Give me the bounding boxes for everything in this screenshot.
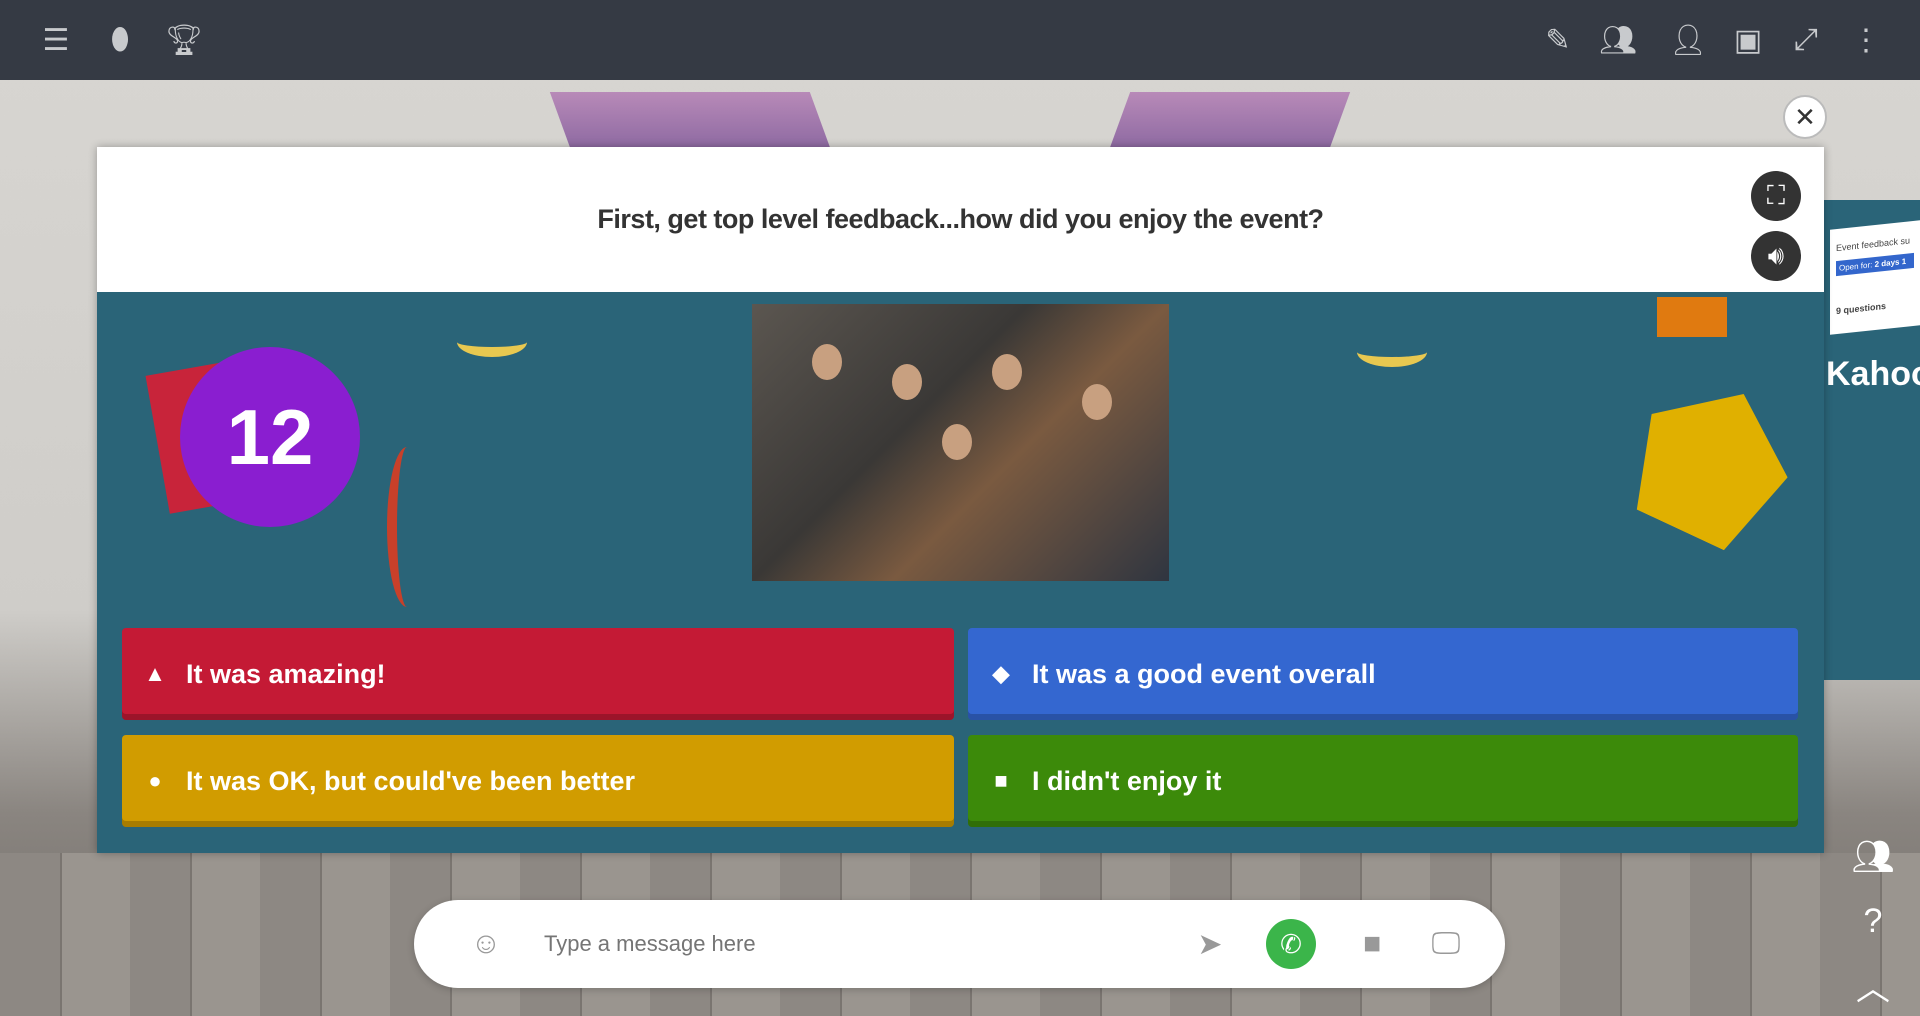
help-icon[interactable]: ? (1850, 898, 1896, 944)
open-for-badge: Open for: 2 days 1 (1836, 252, 1914, 277)
menu-icon[interactable]: ☰ (36, 20, 76, 60)
fullscreen-button[interactable]: ⛶ (1751, 171, 1801, 221)
trophy-icon[interactable]: 🏆︎ (164, 20, 204, 60)
confetti (1612, 362, 1811, 561)
emoji-icon[interactable]: ☺ (464, 922, 508, 966)
vr-icon[interactable]: ▣ (1728, 20, 1768, 60)
expand-icon[interactable]: ⤢ (1786, 20, 1826, 60)
confetti (1657, 297, 1727, 337)
chat-bar: ☺ ➤ ✆ ■ 🖵︎ (414, 900, 1505, 988)
people-icon[interactable]: 👥︎ (1850, 834, 1896, 880)
questions-count: 9 questions (1836, 300, 1887, 317)
more-vertical-icon[interactable]: ⋮ (1846, 20, 1886, 60)
answer-button-yellow[interactable]: ● It was OK, but could've been better (122, 735, 954, 827)
map-pin-icon[interactable]: ⬮ (100, 20, 140, 60)
open-for-value: 2 days 1 (1874, 256, 1907, 270)
confetti (387, 447, 427, 607)
ceiling-light (549, 92, 831, 148)
group-icon[interactable]: 👥︎ (1598, 20, 1638, 60)
answer-label: I didn't enjoy it (1032, 765, 1222, 796)
kahoot-logo: Kahoot! (1826, 355, 1920, 393)
send-icon[interactable]: ➤ (1188, 922, 1232, 966)
chat-message-input[interactable] (544, 922, 1164, 966)
quiz-modal: First, get top level feedback...how did … (97, 147, 1824, 853)
answer-label: It was OK, but could've been better (186, 765, 635, 796)
screen-share-icon[interactable]: 🖵︎ (1424, 922, 1468, 966)
top-bar: ☰ ⬮ 🏆︎ ✎ 👥︎ 👤︎ ▣ ⤢ ⋮ (0, 0, 1920, 80)
countdown-timer: 12 (180, 347, 360, 527)
question-header: First, get top level feedback...how did … (97, 147, 1824, 292)
answer-label: It was a good event overall (1032, 658, 1376, 689)
add-user-icon[interactable]: 👤︎ (1668, 20, 1708, 60)
answer-button-green[interactable]: ■ I didn't enjoy it (968, 735, 1798, 827)
answer-button-blue[interactable]: ◆ It was a good event overall (968, 628, 1798, 720)
side-card: Event feedback su Open for: 2 days 1 9 q… (1830, 220, 1920, 335)
question-text: First, get top level feedback...how did … (597, 204, 1324, 234)
circle-icon: ● (148, 768, 162, 793)
triangle-icon: ▲ (144, 661, 166, 686)
diamond-icon: ◆ (992, 661, 1010, 686)
answer-label: It was amazing! (186, 658, 386, 689)
chevron-up-icon[interactable]: ︿ (1850, 962, 1896, 1008)
question-image (752, 304, 1169, 581)
edit-add-icon[interactable]: ✎ (1538, 20, 1578, 60)
confetti (457, 327, 527, 357)
answer-button-red[interactable]: ▲ It was amazing! (122, 628, 954, 720)
ceiling-light (1109, 92, 1351, 148)
square-icon: ■ (994, 768, 1008, 793)
close-button[interactable]: ✕ (1783, 95, 1827, 139)
open-for-label: Open for: (1839, 260, 1873, 273)
confetti (1357, 337, 1427, 367)
video-icon[interactable]: ■ (1350, 922, 1394, 966)
sound-button[interactable]: 🔊︎ (1751, 231, 1801, 281)
call-button[interactable]: ✆ (1266, 919, 1316, 969)
side-card-title: Event feedback su (1836, 235, 1911, 254)
